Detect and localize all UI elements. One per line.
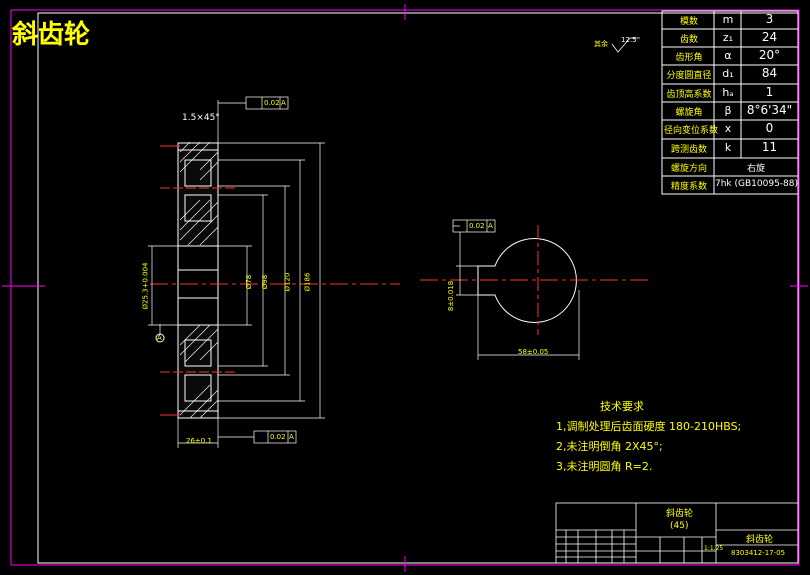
drawing-code: 8303412-17-05 xyxy=(731,549,786,557)
diameter-dimension: Ø78 xyxy=(245,274,254,290)
part-name: 斜齿轮 xyxy=(666,509,694,519)
surface-note-value: 12.5 xyxy=(621,36,637,44)
param-symbol: x xyxy=(724,122,732,135)
chamfer-label: 1.5×45° xyxy=(182,113,220,123)
param-value: 24 xyxy=(761,30,778,44)
surface-note-prefix: 其余 xyxy=(594,40,608,48)
tech-heading: 技术要求 xyxy=(600,400,644,413)
datum-label: A xyxy=(488,222,493,230)
param-name: 齿数 xyxy=(679,35,698,45)
param-value: 84 xyxy=(761,66,778,80)
param-value: 1 xyxy=(765,85,774,99)
param-value: 右旋 xyxy=(746,164,765,174)
part-name-right: 斜齿轮 xyxy=(746,535,774,545)
scale-value: 1:1.25 xyxy=(704,545,724,552)
tolerance-value: 0.02 xyxy=(264,99,280,107)
param-symbol: β xyxy=(724,104,732,117)
param-symbol: α xyxy=(724,49,732,62)
param-symbol: m xyxy=(722,13,734,26)
param-value: 0 xyxy=(765,121,774,135)
param-symbol: k xyxy=(724,141,732,154)
param-value: 3 xyxy=(765,12,774,26)
param-name: 径向变位系数 xyxy=(664,126,719,136)
datum-label: A xyxy=(157,334,162,342)
param-name: 齿形角 xyxy=(675,53,703,63)
param-symbol: z₁ xyxy=(722,31,734,44)
param-value: 20° xyxy=(758,48,781,62)
param-name: 螺旋角 xyxy=(675,108,703,118)
tolerance-value: 0.02 xyxy=(270,433,286,441)
tech-line: 3,未注明圆角 R=2. xyxy=(556,460,653,473)
gear-section-view xyxy=(177,141,219,419)
param-name: 精度系数 xyxy=(670,182,707,192)
keyway-height-dimension: 8±0.018 xyxy=(447,280,456,312)
param-name: 齿顶高系数 xyxy=(666,90,712,100)
tech-line: 1,调制处理后齿面硬度 180-210HBS; xyxy=(556,420,742,433)
width-dimension: 26±0.1 xyxy=(186,437,212,445)
param-value: 8°6'34" xyxy=(746,103,793,117)
datum-label: A xyxy=(281,99,286,107)
param-name: 模数 xyxy=(679,17,698,27)
param-name: 分度圆直径 xyxy=(666,71,712,81)
param-name: 跨测齿数 xyxy=(670,145,707,155)
param-value: 11 xyxy=(761,140,778,154)
param-value: 7hk (GB10095-88) xyxy=(715,179,799,189)
datum-label: A xyxy=(289,433,294,441)
tech-line: 2,未注明倒角 2X45°; xyxy=(556,440,663,453)
tolerance-value: 0.02 xyxy=(469,222,485,230)
param-name: 螺旋方向 xyxy=(670,164,707,174)
param-symbol: d₁ xyxy=(722,67,734,80)
bore-dimension: Ø25.3+0.004 xyxy=(141,262,150,310)
diameter-dimension: Ø186 xyxy=(303,272,312,292)
diameter-dimension: Ø120 xyxy=(283,272,292,292)
diameter-dimension: Ø98 xyxy=(261,274,270,290)
drawing-title: 斜齿轮 xyxy=(12,20,91,50)
material: (45) xyxy=(670,521,689,531)
keyway-width-dimension: 58±0.05 xyxy=(518,348,549,356)
param-symbol: hₐ xyxy=(722,86,734,99)
